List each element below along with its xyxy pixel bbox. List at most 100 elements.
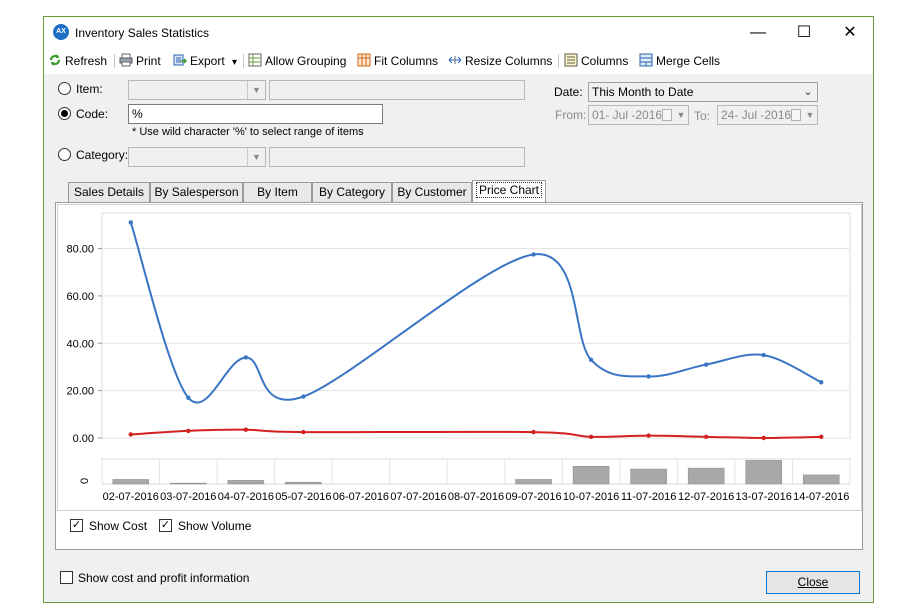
x-tick-label: 11-07-2016 (621, 491, 676, 503)
volume-bar (112, 479, 150, 485)
merge-cells-icon (639, 53, 653, 67)
x-tick-label: 13-07-2016 (736, 491, 792, 503)
from-date-value: 01- Jul -2016 (592, 108, 663, 122)
series-point-0 (819, 380, 824, 385)
allow-grouping-label: Allow Grouping (265, 54, 347, 68)
fit-columns-button[interactable]: Fit Columns (357, 52, 438, 70)
y-tick-label: 80.00 (66, 244, 94, 256)
merge-cells-label: Merge Cells (656, 54, 721, 68)
x-tick-label: 05-07-2016 (275, 491, 331, 503)
tab-sales-details[interactable]: Sales Details (68, 182, 150, 202)
volume-bar (687, 467, 725, 485)
x-tick-label: 08-07-2016 (448, 491, 504, 503)
series-point-1 (301, 429, 306, 435)
tab-by-customer[interactable]: By Customer (392, 182, 472, 202)
tab-label: Sales Details (73, 185, 145, 199)
x-tick-label: 02-07-2016 (103, 491, 159, 503)
to-label: To: (694, 109, 711, 123)
x-tick-label: 09-07-2016 (505, 491, 561, 503)
export-icon (173, 53, 188, 67)
item-description-field (269, 80, 525, 100)
show-cost-label: Show Cost (89, 519, 148, 533)
volume-bar (285, 481, 322, 485)
category-select[interactable]: ▼ (128, 147, 266, 167)
series-point-1 (186, 428, 191, 434)
series-point-0 (128, 220, 133, 225)
grouping-icon (248, 53, 262, 67)
tab-price-chart[interactable]: Price Chart (472, 180, 546, 203)
series-line-1 (130, 428, 822, 440)
resize-columns-icon (448, 53, 462, 67)
show-volume-label: Show Volume (178, 519, 252, 533)
code-input[interactable]: % (128, 104, 383, 124)
date-range-select[interactable]: This Month to Date ⌄ (588, 82, 818, 102)
series-point-0 (301, 394, 306, 399)
series-point-0 (531, 252, 536, 257)
price-chart-panel: 0.00 20.00 40.00 60.00 80.00 0 02-07-2016 03-07… (55, 202, 863, 550)
volume-bar (170, 482, 207, 485)
series-point-1 (588, 434, 594, 440)
chevron-down-icon: ▼ (247, 148, 265, 166)
export-button[interactable]: Export ▾ (173, 52, 237, 70)
item-select[interactable]: ▼ (128, 80, 266, 100)
series-point-1 (243, 427, 249, 432)
from-label: From: (555, 108, 587, 122)
series-point-0 (186, 395, 191, 400)
show-volume-checkbox[interactable]: ✓ (159, 519, 172, 532)
volume-bar (802, 474, 840, 485)
show-profit-checkbox[interactable] (60, 571, 73, 584)
resize-columns-label: Resize Columns (465, 54, 553, 68)
show-profit-label: Show cost and profit information (78, 571, 250, 585)
resize-columns-button[interactable]: Resize Columns (448, 52, 552, 70)
close-window-button[interactable]: ✕ (827, 17, 873, 48)
refresh-icon (48, 53, 62, 67)
refresh-button[interactable]: Refresh (48, 52, 107, 70)
chevron-down-icon: ▼ (247, 81, 265, 99)
category-label: Category: (76, 148, 129, 162)
from-date-field[interactable]: 01- Jul -2016 ▼ (588, 105, 689, 125)
columns-icon (564, 53, 578, 67)
chevron-down-icon: ⌄ (803, 86, 813, 98)
tab-by-item[interactable]: By Item (243, 182, 312, 202)
item-label: Item: (76, 82, 103, 96)
to-date-value: 24- Jul -2016 (721, 108, 792, 122)
item-radio[interactable] (58, 82, 71, 95)
x-tick-label: 04-07-2016 (218, 491, 274, 503)
allow-grouping-button[interactable]: Allow Grouping (248, 52, 346, 70)
series-point-1 (531, 429, 536, 435)
close-button[interactable]: Close (766, 571, 860, 594)
x-tick-label: 07-07-2016 (390, 491, 446, 503)
export-dropdown-icon: ▾ (232, 57, 238, 68)
price-chart-svg: 0.00 20.00 40.00 60.00 80.00 0 02-07-2016 03-07… (66, 212, 851, 503)
maximize-button[interactable]: ☐ (781, 17, 827, 48)
minimize-button[interactable]: — (735, 17, 781, 48)
window-title: Inventory Sales Statistics (75, 26, 210, 40)
tab-by-salesperson[interactable]: By Salesperson (150, 182, 243, 202)
export-label: Export (190, 54, 225, 68)
show-cost-checkbox[interactable]: ✓ (70, 519, 83, 532)
printer-icon (119, 53, 133, 67)
print-button[interactable]: Print (119, 52, 161, 70)
volume-bar (227, 480, 265, 485)
tab-label: By Item (257, 185, 298, 199)
series-point-1 (646, 433, 651, 438)
columns-button[interactable]: Columns (564, 52, 628, 70)
wild-character-hint: * Use wild character '%' to select range… (132, 126, 364, 138)
code-radio[interactable] (58, 107, 71, 120)
print-label: Print (136, 54, 161, 68)
series-point-0 (646, 374, 651, 379)
tab-by-category[interactable]: By Category (312, 182, 392, 202)
series-point-1 (128, 432, 133, 437)
fit-columns-icon (357, 53, 371, 67)
toolbar-separator (558, 54, 559, 68)
title-bar: AX Inventory Sales Statistics — ☐ ✕ (44, 17, 873, 48)
close-button-label: Close (797, 575, 829, 589)
category-radio[interactable] (58, 148, 71, 161)
volume-bar (630, 468, 667, 485)
volume-y-tick-label: 0 (79, 478, 91, 484)
code-label: Code: (76, 107, 109, 121)
to-date-field[interactable]: 24- Jul -2016 ▼ (717, 105, 818, 125)
date-range-value: This Month to Date (592, 85, 694, 99)
x-tick-label: 10-07-2016 (563, 491, 619, 503)
merge-cells-button[interactable]: Merge Cells (639, 52, 720, 70)
